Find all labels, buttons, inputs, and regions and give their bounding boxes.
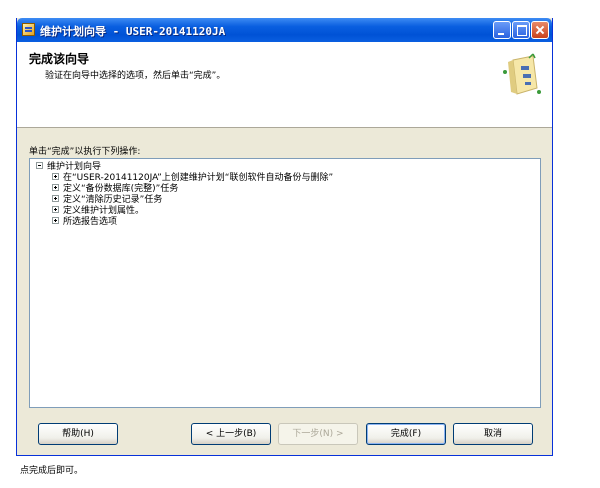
actions-tree[interactable]: 维护计划向导 在“USER-20141120JA”上创建维护计划“联创软件自动备… (29, 158, 541, 408)
tree-expander-icon[interactable] (52, 184, 59, 191)
tree-expander-icon[interactable] (36, 162, 43, 169)
tree-item[interactable]: 定义维护计划属性。 (52, 206, 144, 217)
wizard-window: 维护计划向导 - USER-20141120JA 完成该向导 验证在向导中选择的… (16, 18, 553, 456)
intro-text: 单击“完成”以执行下列操作: (29, 147, 141, 157)
tree-item-label: 在“USER-20141120JA”上创建维护计划“联创软件自动备份与删除” (63, 173, 334, 183)
window-title: 维护计划向导 - USER-20141120JA (40, 25, 226, 38)
tree-expander-icon[interactable] (52, 173, 59, 180)
tree-item[interactable]: 所选报告选项 (52, 217, 117, 228)
maximize-icon[interactable] (512, 21, 530, 39)
tree-expander-icon[interactable] (52, 217, 59, 224)
footnote-caption: 点完成后即可。 (20, 466, 84, 476)
tree-expander-icon[interactable] (52, 206, 59, 213)
tree-expander-icon[interactable] (52, 195, 59, 202)
tree-item[interactable]: 在“USER-20141120JA”上创建维护计划“联创软件自动备份与删除” (52, 173, 333, 184)
tree-item-label: 所选报告选项 (63, 217, 118, 227)
cancel-button[interactable]: 取消 (453, 423, 533, 445)
title-bar[interactable]: 维护计划向导 - USER-20141120JA (17, 18, 552, 42)
close-icon[interactable] (531, 21, 549, 39)
tree-item-label: 定义维护计划属性。 (63, 206, 145, 216)
page-title: 完成该向导 (29, 52, 90, 66)
help-button[interactable]: 帮助(H) (38, 423, 118, 445)
tree-item-label: 定义“清除历史记录”任务 (63, 195, 163, 205)
tree-root[interactable]: 维护计划向导 (36, 162, 101, 173)
tree-item-label: 定义“备份数据库(完整)”任务 (63, 184, 179, 194)
minimize-icon[interactable] (493, 21, 511, 39)
back-button[interactable]: < 上一步(B) (191, 423, 271, 445)
app-icon (22, 23, 35, 36)
wizard-graphic-icon (503, 53, 541, 95)
tree-item[interactable]: 定义“备份数据库(完整)”任务 (52, 184, 178, 195)
next-button[interactable]: 下一步(N) > (278, 423, 358, 445)
tree-root-label: 维护计划向导 (47, 162, 102, 172)
tree-item[interactable]: 定义“清除历史记录”任务 (52, 195, 162, 206)
finish-button[interactable]: 完成(F) (366, 423, 446, 445)
wizard-header: 完成该向导 验证在向导中选择的选项，然后单击“完成”。 (17, 42, 552, 128)
page-subtitle: 验证在向导中选择的选项，然后单击“完成”。 (45, 71, 226, 81)
